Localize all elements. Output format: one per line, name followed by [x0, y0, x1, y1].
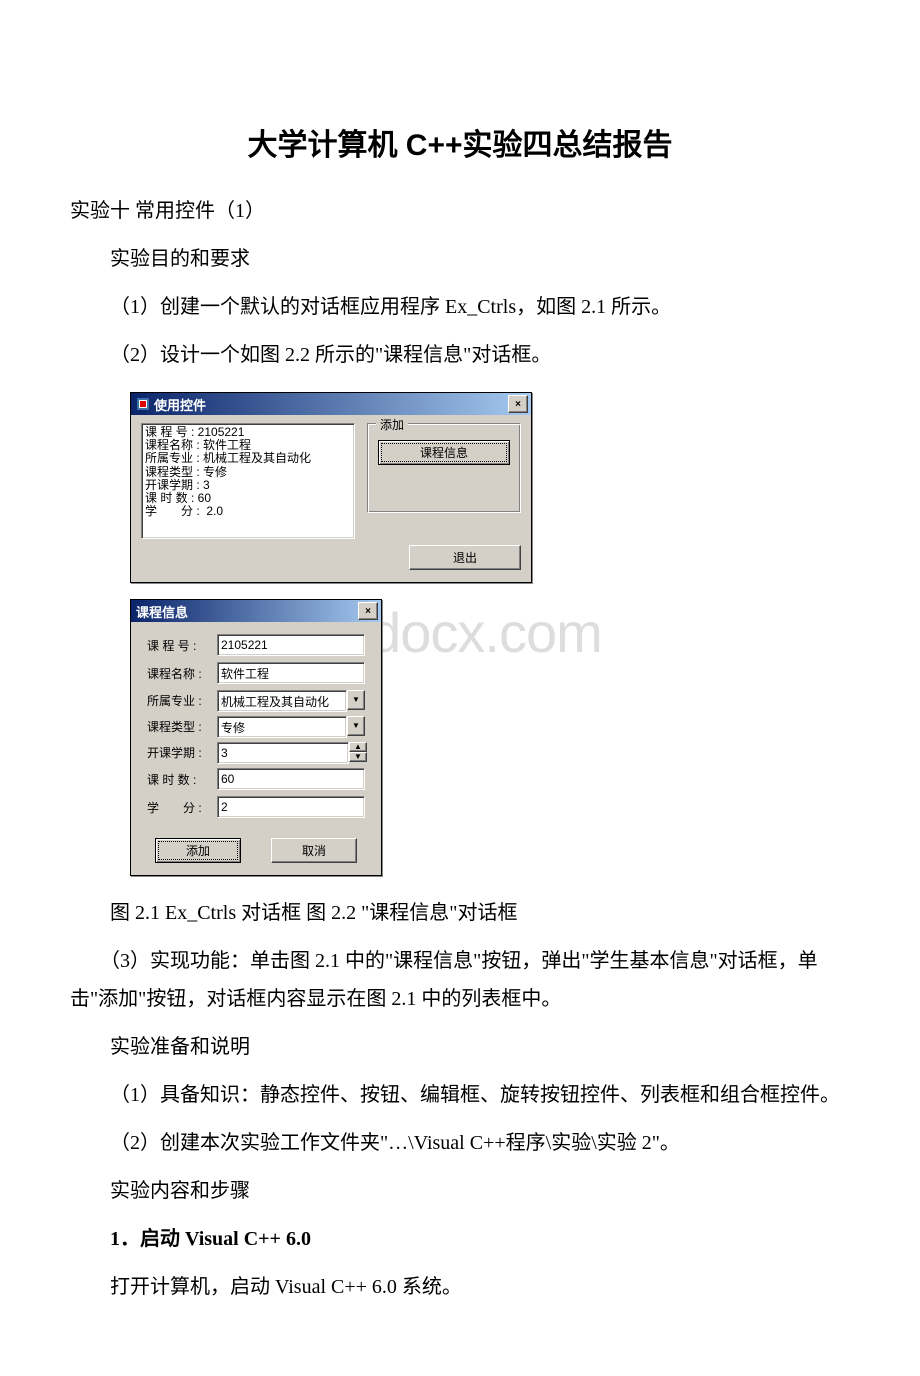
label-term: 开课学期 : — [147, 744, 217, 761]
fig1-titlebar[interactable]: 使用控件 × — [131, 393, 531, 415]
app-icon — [136, 397, 150, 411]
section-aim: 实验目的和要求 — [70, 240, 850, 278]
fig2-titlebar[interactable]: 课程信息 × — [131, 600, 381, 622]
label-code: 课 程 号 : — [147, 637, 217, 654]
input-name[interactable]: 软件工程 — [217, 662, 365, 684]
input-hours[interactable]: 60 — [217, 768, 365, 790]
label-name: 课程名称 : — [147, 665, 217, 682]
section-prep: 实验准备和说明 — [70, 1028, 850, 1066]
fig1-title: 使用控件 — [154, 395, 206, 414]
fig2-title: 课程信息 — [136, 602, 188, 621]
combo-major[interactable]: 机械工程及其自动化 — [217, 690, 347, 712]
close-icon[interactable]: × — [358, 602, 378, 620]
exp-heading: 实验十 常用控件（1） — [70, 192, 850, 230]
spin-term[interactable]: 3 — [217, 742, 349, 764]
close-icon[interactable]: × — [508, 395, 528, 413]
input-code[interactable]: 2105221 — [217, 634, 365, 656]
add-groupbox: 添加 课程信息 — [367, 423, 521, 513]
exit-button[interactable]: 退出 — [409, 545, 521, 570]
figure-caption: 图 2.1 Ex_Ctrls 对话框 图 2.2 "课程信息"对话框 — [70, 894, 850, 932]
chevron-down-icon[interactable]: ▼ — [347, 716, 365, 736]
input-credit[interactable]: 2 — [217, 796, 365, 818]
prep-1: （1）具备知识：静态控件、按钮、编辑框、旋转按钮控件、列表框和组合框控件。 — [70, 1076, 850, 1114]
spin-down-icon[interactable]: ▼ — [349, 752, 367, 762]
groupbox-title: 添加 — [376, 416, 408, 433]
req-2: （2）设计一个如图 2.2 所示的"课程信息"对话框。 — [70, 336, 850, 374]
req-3: （3）实现功能：单击图 2.1 中的"课程信息"按钮，弹出"学生基本信息"对话框… — [70, 942, 850, 1018]
course-listbox[interactable]: 课 程 号 : 2105221 课程名称 : 软件工程 所属专业 : 机械工程及… — [141, 423, 355, 539]
spin-up-icon[interactable]: ▲ — [349, 742, 367, 752]
step-1-heading: 1．启动 Visual C++ 6.0 — [70, 1220, 850, 1258]
label-type: 课程类型 : — [147, 718, 217, 735]
label-hours: 课 时 数 : — [147, 771, 217, 788]
req-1: （1）创建一个默认的对话框应用程序 Ex_Ctrls，如图 2.1 所示。 — [70, 288, 850, 326]
prep-2: （2）创建本次实验工作文件夹"…\Visual C++程序\实验\实验 2"。 — [70, 1124, 850, 1162]
chevron-down-icon[interactable]: ▼ — [347, 690, 365, 710]
page-title: 大学计算机 C++实验四总结报告 — [70, 120, 850, 164]
label-credit: 学 分 : — [147, 799, 217, 816]
add-button[interactable]: 添加 — [155, 838, 241, 863]
cancel-button[interactable]: 取消 — [271, 838, 357, 863]
course-info-button[interactable]: 课程信息 — [378, 440, 510, 465]
fig-2-2-dialog: 课程信息 × 课 程 号 : 2105221 课程名称 : 软件工程 所属专业 … — [130, 599, 382, 876]
step-1-body: 打开计算机，启动 Visual C++ 6.0 系统。 — [70, 1268, 850, 1306]
fig-2-1-dialog: 使用控件 × 课 程 号 : 2105221 课程名称 : 软件工程 所属专业 … — [130, 392, 532, 583]
label-major: 所属专业 : — [147, 692, 217, 709]
section-steps: 实验内容和步骤 — [70, 1172, 850, 1210]
combo-type[interactable]: 专修 — [217, 716, 347, 738]
